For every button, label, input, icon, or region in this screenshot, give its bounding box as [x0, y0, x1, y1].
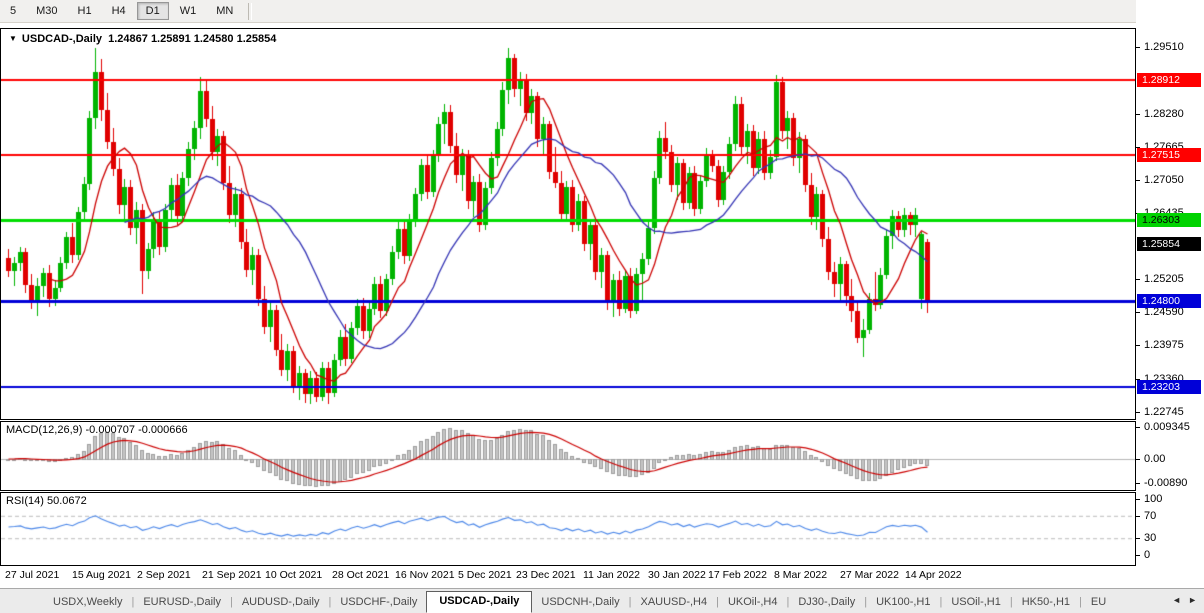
macd-label: MACD(12,26,9) -0.000707 -0.000666: [6, 424, 188, 436]
date-label: 15 Aug 2021: [72, 569, 131, 581]
price-badge: 1.23203: [1137, 380, 1201, 394]
tab-usdcad-daily[interactable]: USDCAD-,Daily: [426, 591, 532, 613]
date-label: 30 Jan 2022: [648, 569, 706, 581]
rsi-tick-label: 70: [1144, 510, 1156, 522]
tabs-scroll-left-icon[interactable]: ◄: [1172, 595, 1181, 605]
tab-xauusd-h4[interactable]: XAUUSD-,H4: [631, 592, 716, 613]
macd-tick-mark: [1136, 459, 1140, 460]
macd-tick-mark: [1136, 427, 1140, 428]
macd-tick-label: 0.009345: [1144, 421, 1190, 433]
rsi-tick-mark: [1136, 538, 1140, 539]
tab-ukoil-h4[interactable]: UKOil-,H4: [719, 592, 787, 613]
date-label: 5 Dec 2021: [458, 569, 512, 581]
toolbar-separator: [248, 3, 252, 20]
date-label: 10 Oct 2021: [265, 569, 322, 581]
price-tick-mark: [1136, 47, 1140, 48]
date-label: 27 Jul 2021: [5, 569, 59, 581]
chart-tab-bar: USDX,Weekly|EURUSD-,Daily|AUDUSD-,Daily|…: [0, 588, 1204, 613]
tab-usdchf-daily[interactable]: USDCHF-,Daily: [331, 592, 426, 613]
price-badge: 1.25854: [1137, 237, 1201, 251]
date-label: 16 Nov 2021: [395, 569, 455, 581]
price-badge: 1.26303: [1137, 213, 1201, 227]
tab-dj30-daily[interactable]: DJ30-,Daily: [789, 592, 864, 613]
rsi-panel: [0, 492, 1136, 566]
rsi-tick-label: 100: [1144, 493, 1162, 505]
chart-symbol-label: USDCAD-,Daily: [22, 33, 102, 45]
timeframe-button-d1[interactable]: D1: [137, 2, 169, 20]
chart-ohlc-values: 1.24867 1.25891 1.24580 1.25854: [108, 33, 276, 45]
macd-tick-mark: [1136, 483, 1140, 484]
price-tick-mark: [1136, 279, 1140, 280]
price-tick-label: 1.23975: [1144, 339, 1184, 351]
price-badge: 1.28912: [1137, 73, 1201, 87]
price-tick-label: 1.28280: [1144, 108, 1184, 120]
chart-dropdown-icon[interactable]: ▼: [9, 34, 17, 43]
price-tick-label: 1.25205: [1144, 273, 1184, 285]
trading-platform-window: 5M30H1H4D1W1MN ▼ USDCAD-,Daily 1.24867 1.…: [0, 0, 1204, 613]
timeframe-button-5[interactable]: 5: [1, 2, 25, 20]
rsi-tick-mark: [1136, 516, 1140, 517]
main-chart-panel: [0, 28, 1136, 420]
date-label: 8 Mar 2022: [774, 569, 827, 581]
macd-values: -0.000707 -0.000666: [85, 424, 187, 436]
date-label: 2 Sep 2021: [137, 569, 191, 581]
rsi-tick-label: 0: [1144, 549, 1150, 561]
chart-title: ▼ USDCAD-,Daily 1.24867 1.25891 1.24580 1…: [9, 33, 276, 45]
price-axis[interactable]: 1.295101.282801.276651.270501.264351.252…: [1136, 0, 1204, 613]
timeframe-button-h1[interactable]: H1: [69, 2, 101, 20]
timeframe-toolbar: 5M30H1H4D1W1MN: [0, 0, 1204, 23]
rsi-tick-mark: [1136, 555, 1140, 556]
tab-usdcnh-daily[interactable]: USDCNH-,Daily: [532, 592, 628, 613]
macd-tick-label: -0.00890: [1144, 477, 1187, 489]
rsi-value: 50.0672: [47, 495, 87, 507]
tab-audusd-daily[interactable]: AUDUSD-,Daily: [233, 592, 329, 613]
rsi-label: RSI(14) 50.0672: [6, 495, 87, 507]
price-tick-mark: [1136, 412, 1140, 413]
rsi-name: RSI(14): [6, 495, 44, 507]
tabs-scroll-right-icon[interactable]: ►: [1188, 595, 1197, 605]
tab-hk50-h1[interactable]: HK50-,H1: [1013, 592, 1079, 613]
price-tick-label: 1.22745: [1144, 406, 1184, 418]
price-tick-mark: [1136, 114, 1140, 115]
timeframe-button-mn[interactable]: MN: [207, 2, 242, 20]
price-tick-mark: [1136, 345, 1140, 346]
main-chart-canvas[interactable]: [1, 29, 1135, 419]
rsi-canvas[interactable]: [1, 493, 1135, 565]
date-label: 14 Apr 2022: [905, 569, 962, 581]
tab-uk100-h1[interactable]: UK100-,H1: [867, 592, 939, 613]
date-label: 17 Feb 2022: [708, 569, 767, 581]
macd-name: MACD(12,26,9): [6, 424, 82, 436]
timeframe-button-h4[interactable]: H4: [103, 2, 135, 20]
price-tick-label: 1.27050: [1144, 174, 1184, 186]
price-tick-mark: [1136, 180, 1140, 181]
tab-usoil-h1[interactable]: USOil-,H1: [942, 592, 1010, 613]
date-label: 27 Mar 2022: [840, 569, 899, 581]
tab-usdx-weekly[interactable]: USDX,Weekly: [44, 592, 131, 613]
date-label: 21 Sep 2021: [202, 569, 262, 581]
date-label: 11 Jan 2022: [583, 569, 640, 581]
tab-scroll-arrows: ◄ ►: [1168, 593, 1201, 607]
date-label: 28 Oct 2021: [332, 569, 389, 581]
rsi-tick-label: 30: [1144, 532, 1156, 544]
price-badge: 1.24800: [1137, 294, 1201, 308]
date-axis[interactable]: 27 Jul 2021 15 Aug 2021 2 Sep 2021 21 Sep 2…: [0, 567, 1136, 587]
timeframe-button-w1[interactable]: W1: [171, 2, 206, 20]
macd-tick-label: 0.00: [1144, 453, 1165, 465]
price-tick-mark: [1136, 312, 1140, 313]
price-tick-label: 1.29510: [1144, 41, 1184, 53]
date-label: 23 Dec 2021: [516, 569, 576, 581]
timeframe-button-m30[interactable]: M30: [27, 2, 66, 20]
rsi-tick-mark: [1136, 499, 1140, 500]
price-badge: 1.27515: [1137, 148, 1201, 162]
tab-eu[interactable]: EU: [1082, 592, 1115, 613]
tab-eurusd-daily[interactable]: EURUSD-,Daily: [134, 592, 230, 613]
